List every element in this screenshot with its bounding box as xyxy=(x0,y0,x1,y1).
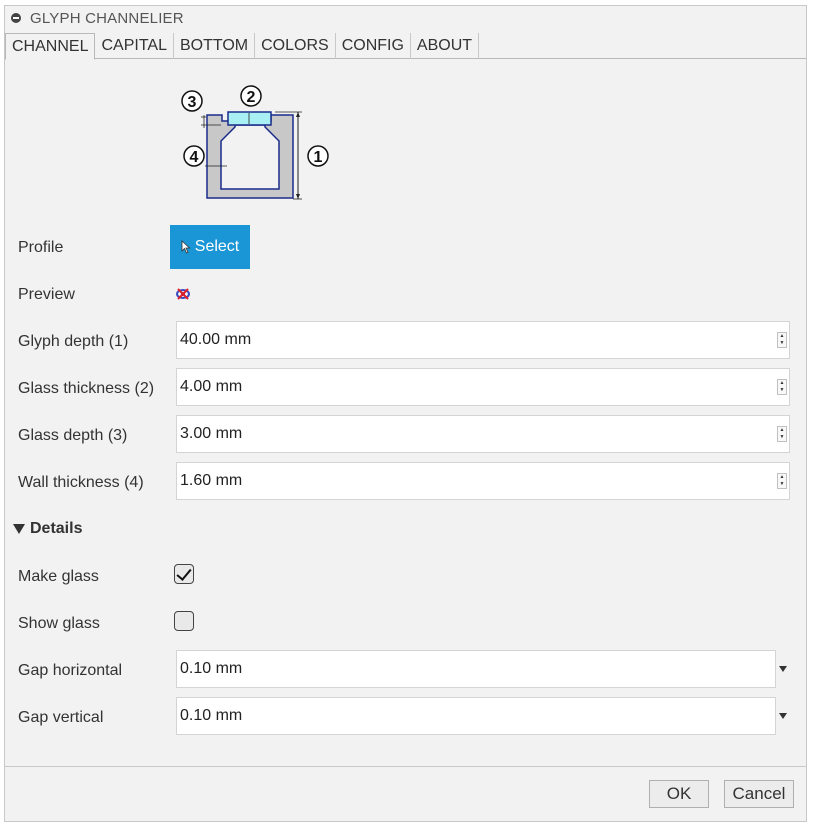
gap-horizontal-value: 0.10 mm xyxy=(180,660,243,677)
show-glass-checkbox[interactable] xyxy=(174,611,194,631)
wall-thickness-label: Wall thickness (4) xyxy=(18,474,144,491)
glass-depth-input[interactable]: 3.00 mm ▲ ▼ xyxy=(176,415,790,453)
marker-2: 2 xyxy=(247,89,256,106)
cursor-arrow-icon xyxy=(181,240,191,254)
gap-vertical-label: Gap vertical xyxy=(18,709,104,726)
glass-thickness-input[interactable]: 4.00 mm ▲ ▼ xyxy=(176,368,790,406)
tab-colors[interactable]: COLORS xyxy=(255,33,336,59)
make-glass-label: Make glass xyxy=(18,568,99,585)
details-label: Details xyxy=(30,520,83,537)
gap-vertical-value: 0.10 mm xyxy=(180,707,243,724)
gap-vertical-select[interactable]: 0.10 mm xyxy=(176,697,776,735)
glyph-channelier-dialog: GLYPH CHANNELIER CHANNEL CAPITAL BOTTOM … xyxy=(4,5,807,822)
tab-config[interactable]: CONFIG xyxy=(336,33,411,59)
glyph-depth-label: Glyph depth (1) xyxy=(18,333,129,350)
window-title: GLYPH CHANNELIER xyxy=(30,9,184,27)
preview-off-icon[interactable] xyxy=(175,286,191,302)
cancel-button[interactable]: Cancel xyxy=(724,780,794,808)
wall-thickness-input[interactable]: 1.60 mm ▲ ▼ xyxy=(176,462,790,500)
glass-thickness-spinner[interactable]: ▲ ▼ xyxy=(777,379,787,395)
footer-divider xyxy=(5,766,806,767)
tab-bar: CHANNEL CAPITAL BOTTOM COLORS CONFIG ABO… xyxy=(5,33,806,60)
glyph-depth-value: 40.00 mm xyxy=(180,331,252,348)
marker-3: 3 xyxy=(188,94,197,111)
glyph-depth-spinner[interactable]: ▲ ▼ xyxy=(777,332,787,348)
wall-thickness-spinner[interactable]: ▲ ▼ xyxy=(777,473,787,489)
tab-capital[interactable]: CAPITAL xyxy=(95,33,174,59)
chevron-down-icon[interactable] xyxy=(779,713,787,719)
glyph-depth-input[interactable]: 40.00 mm ▲ ▼ xyxy=(176,321,790,359)
glass-depth-value: 3.00 mm xyxy=(180,425,243,442)
marker-1: 1 xyxy=(314,149,323,166)
glass-thickness-value: 4.00 mm xyxy=(180,378,243,395)
triangle-down-icon xyxy=(13,524,25,534)
tab-bottom[interactable]: BOTTOM xyxy=(174,33,256,59)
ok-button[interactable]: OK xyxy=(649,780,709,808)
make-glass-checkbox[interactable] xyxy=(174,564,194,584)
title-bar: GLYPH CHANNELIER xyxy=(5,6,806,30)
glass-depth-label: Glass depth (3) xyxy=(18,427,128,444)
preview-label: Preview xyxy=(18,286,75,303)
glass-thickness-label: Glass thickness (2) xyxy=(18,380,155,397)
show-glass-label: Show glass xyxy=(18,615,100,632)
details-toggle[interactable]: Details xyxy=(13,520,82,538)
chevron-down-icon[interactable] xyxy=(779,666,787,672)
tab-about[interactable]: ABOUT xyxy=(411,33,480,59)
gap-horizontal-select[interactable]: 0.10 mm xyxy=(176,650,776,688)
glass-depth-spinner[interactable]: ▲ ▼ xyxy=(777,426,787,442)
marker-4: 4 xyxy=(190,149,199,166)
wall-thickness-value: 1.60 mm xyxy=(180,472,243,489)
profile-label: Profile xyxy=(18,239,64,256)
tab-channel[interactable]: CHANNEL xyxy=(5,33,96,60)
select-button-label: Select xyxy=(194,238,240,255)
collapse-icon[interactable] xyxy=(11,13,21,23)
gap-horizontal-label: Gap horizontal xyxy=(18,662,123,679)
channel-profile-diagram: 3 2 1 4 xyxy=(181,85,329,200)
profile-select-button[interactable]: Select xyxy=(170,225,250,269)
